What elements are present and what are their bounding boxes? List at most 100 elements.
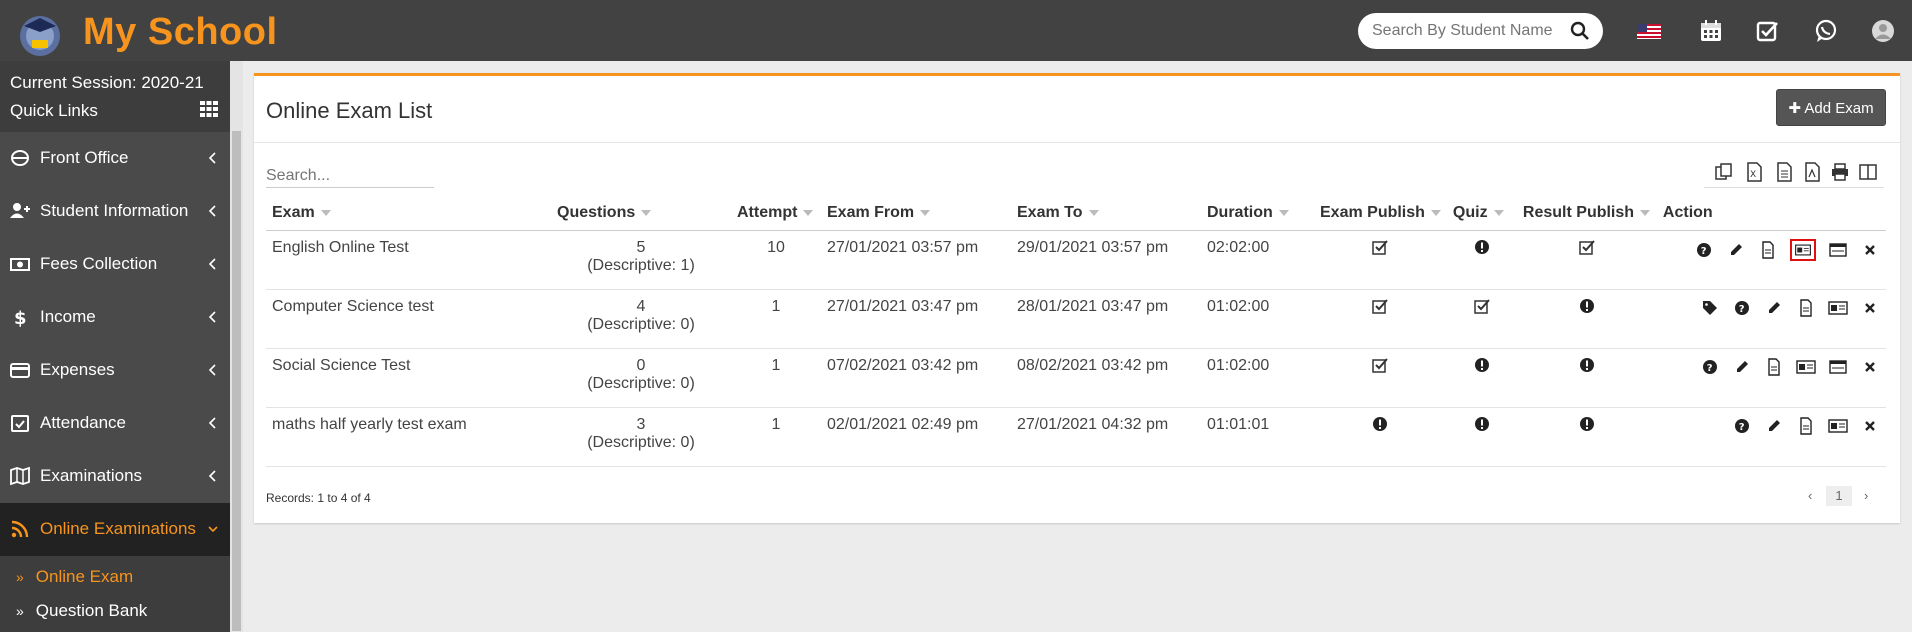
logo-icon[interactable] [14, 10, 66, 58]
edit-icon[interactable] [1726, 240, 1746, 260]
col-result-publish[interactable]: Result Publish [1516, 197, 1657, 231]
search-icon[interactable] [1570, 21, 1590, 41]
cell-actions: ? [1656, 348, 1886, 408]
quick-links-label[interactable]: Quick Links [10, 101, 98, 121]
col-questions[interactable]: Questions [551, 197, 731, 231]
exam-table: Exam Questions Attempt Exam From Exam To… [266, 197, 1886, 467]
nav-examinations[interactable]: Examinations [0, 450, 230, 503]
brand-name[interactable]: My School [83, 11, 278, 54]
cell-result-publish [1516, 230, 1657, 290]
cell-exam: maths half yearly test exam [266, 407, 551, 467]
nav-attendance[interactable]: Attendance [0, 397, 230, 450]
add-exam-button[interactable]: ✚ Add Exam [1776, 89, 1886, 126]
delete-icon[interactable] [1860, 298, 1880, 318]
tag-icon[interactable] [1700, 298, 1720, 318]
table-search-input[interactable] [266, 164, 434, 188]
col-label: Quiz [1452, 204, 1488, 222]
sidebar-scrollbar[interactable] [230, 61, 243, 632]
list-view-icon[interactable] [1828, 240, 1848, 260]
col-exam-from[interactable]: Exam From [821, 197, 1011, 231]
exclamation-circle-icon [1474, 357, 1489, 372]
document-icon[interactable] [1796, 298, 1816, 318]
col-label: Duration [1207, 204, 1273, 222]
page-number[interactable]: 1 [1826, 486, 1852, 506]
edit-icon[interactable] [1764, 416, 1784, 436]
delete-icon[interactable] [1860, 240, 1880, 260]
prev-page-icon[interactable]: ‹ [1808, 488, 1812, 503]
sort-icon [920, 210, 931, 217]
id-card-icon[interactable] [1828, 416, 1848, 436]
cell-quiz [1446, 230, 1517, 290]
pdf-icon[interactable] [1802, 162, 1822, 182]
flag-icon[interactable] [1636, 18, 1662, 44]
cell-exam: Computer Science test [266, 289, 551, 349]
nav-fees-collection[interactable]: Fees Collection [0, 238, 230, 291]
col-attempt[interactable]: Attempt [731, 197, 821, 231]
col-exam[interactable]: Exam [266, 197, 551, 231]
document-icon[interactable] [1758, 240, 1778, 260]
document-icon[interactable] [1796, 416, 1816, 436]
cell-duration: 01:02:00 [1201, 348, 1314, 408]
csv-icon[interactable] [1774, 162, 1794, 182]
svg-text:$: $ [14, 308, 27, 327]
list-view-icon[interactable] [1828, 357, 1848, 377]
table-header-row: Exam Questions Attempt Exam From Exam To… [266, 197, 1886, 231]
cell-duration: 01:01:01 [1201, 407, 1314, 467]
question-icon[interactable]: ? [1694, 240, 1714, 260]
cell-exam-publish [1314, 230, 1447, 290]
delete-icon[interactable] [1860, 357, 1880, 377]
table-row: Computer Science test 4 (Descriptive: 0) … [266, 289, 1886, 349]
grid-icon[interactable] [200, 101, 218, 117]
edit-icon[interactable] [1732, 357, 1752, 377]
scrollbar-thumb[interactable] [232, 131, 241, 631]
cell-exam-publish [1314, 348, 1447, 408]
nav-student-information[interactable]: Student Information [0, 185, 230, 238]
svg-text:?: ? [1707, 363, 1713, 374]
col-exam-publish[interactable]: Exam Publish [1314, 197, 1447, 231]
print-icon[interactable] [1830, 162, 1850, 182]
nav-front-office[interactable]: Front Office [0, 132, 230, 185]
tasks-icon[interactable] [1755, 18, 1781, 44]
question-count: 0 [636, 356, 646, 374]
checked-icon [1372, 357, 1389, 373]
question-icon[interactable]: ? [1732, 298, 1752, 318]
question-icon[interactable]: ? [1700, 357, 1720, 377]
sort-icon [803, 210, 814, 217]
col-exam-to[interactable]: Exam To [1011, 197, 1201, 231]
exclamation-circle-icon [1579, 416, 1594, 431]
id-card-icon[interactable] [1796, 357, 1816, 377]
question-icon[interactable]: ? [1732, 416, 1752, 436]
student-search-input[interactable] [1372, 20, 1562, 42]
calendar-icon[interactable] [1698, 18, 1724, 44]
cell-questions: 0 (Descriptive: 0) [551, 348, 731, 408]
cell-quiz [1446, 348, 1517, 408]
delete-icon[interactable] [1860, 416, 1880, 436]
subnav-question-bank[interactable]: » Question Bank [16, 601, 147, 621]
columns-icon[interactable] [1858, 162, 1878, 182]
nav-label: Fees Collection [40, 254, 158, 273]
col-quiz[interactable]: Quiz [1446, 197, 1517, 231]
nav-income[interactable]: $ Income [0, 291, 230, 344]
cell-quiz [1446, 289, 1517, 349]
whatsapp-icon[interactable] [1813, 18, 1839, 44]
exclamation-circle-icon [1579, 357, 1594, 372]
svg-text:?: ? [1739, 422, 1745, 433]
question-count: 5 [636, 238, 646, 256]
subnav-label: Question Bank [35, 601, 148, 620]
subnav-online-exam[interactable]: » Online Exam [16, 567, 133, 587]
excel-icon[interactable]: X [1744, 162, 1764, 182]
id-card-icon[interactable] [1790, 238, 1816, 261]
next-page-icon[interactable]: › [1864, 488, 1868, 503]
col-duration[interactable]: Duration [1201, 197, 1314, 231]
exclamation-circle-icon [1579, 298, 1594, 313]
copy-icon[interactable] [1714, 162, 1734, 182]
id-card-icon[interactable] [1828, 298, 1848, 318]
document-icon[interactable] [1764, 357, 1784, 377]
nav-online-examinations[interactable]: Online Examinations [0, 503, 230, 556]
chevron-left-icon [208, 417, 216, 429]
user-avatar-icon[interactable] [1870, 18, 1896, 44]
front-office-icon [11, 150, 29, 166]
checked-icon [1474, 298, 1490, 314]
edit-icon[interactable] [1764, 298, 1784, 318]
nav-expenses[interactable]: Expenses [0, 344, 230, 397]
